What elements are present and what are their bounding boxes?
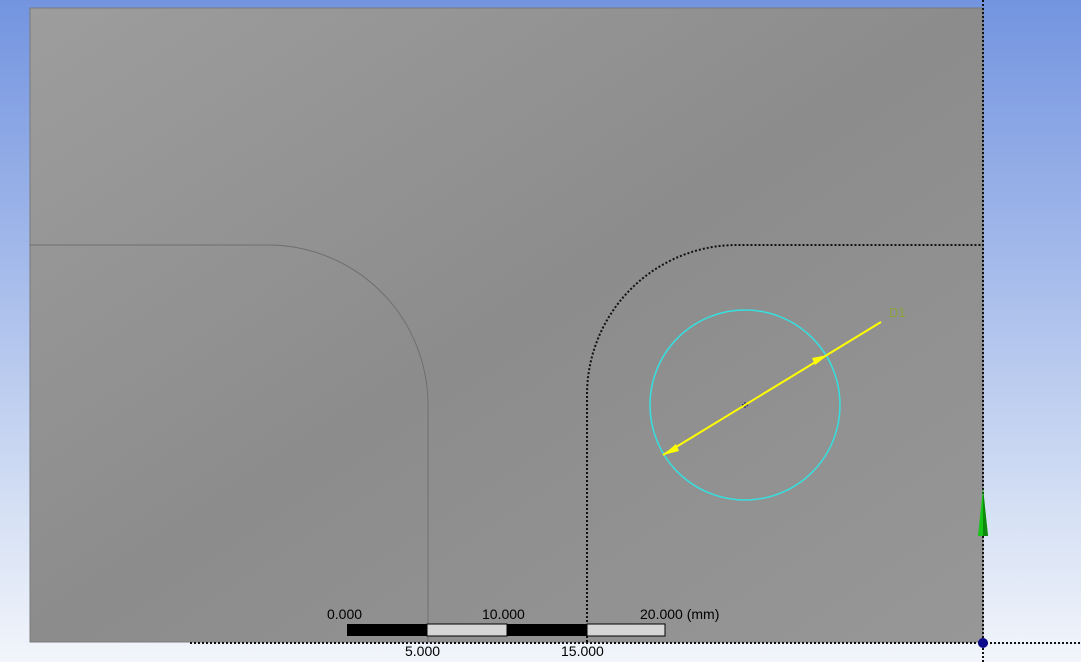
scale-label-20: 20.000 (mm) — [640, 606, 720, 622]
scale-label-15: 15.000 — [561, 643, 604, 659]
scale-label-5: 5.000 — [405, 643, 441, 659]
origin-point-icon[interactable] — [978, 638, 988, 648]
scale-bar — [347, 623, 666, 637]
model-view[interactable] — [0, 0, 1081, 662]
scale-label-10: 10.000 — [482, 606, 525, 622]
model-face[interactable] — [29, 7, 984, 643]
dimension-label[interactable]: D1 — [889, 305, 906, 320]
scale-label-0: 0.000 — [327, 606, 363, 622]
graphics-viewport[interactable]: D1 0.000 10.000 20.000 (mm) 5.000 15.000 — [0, 0, 1081, 662]
